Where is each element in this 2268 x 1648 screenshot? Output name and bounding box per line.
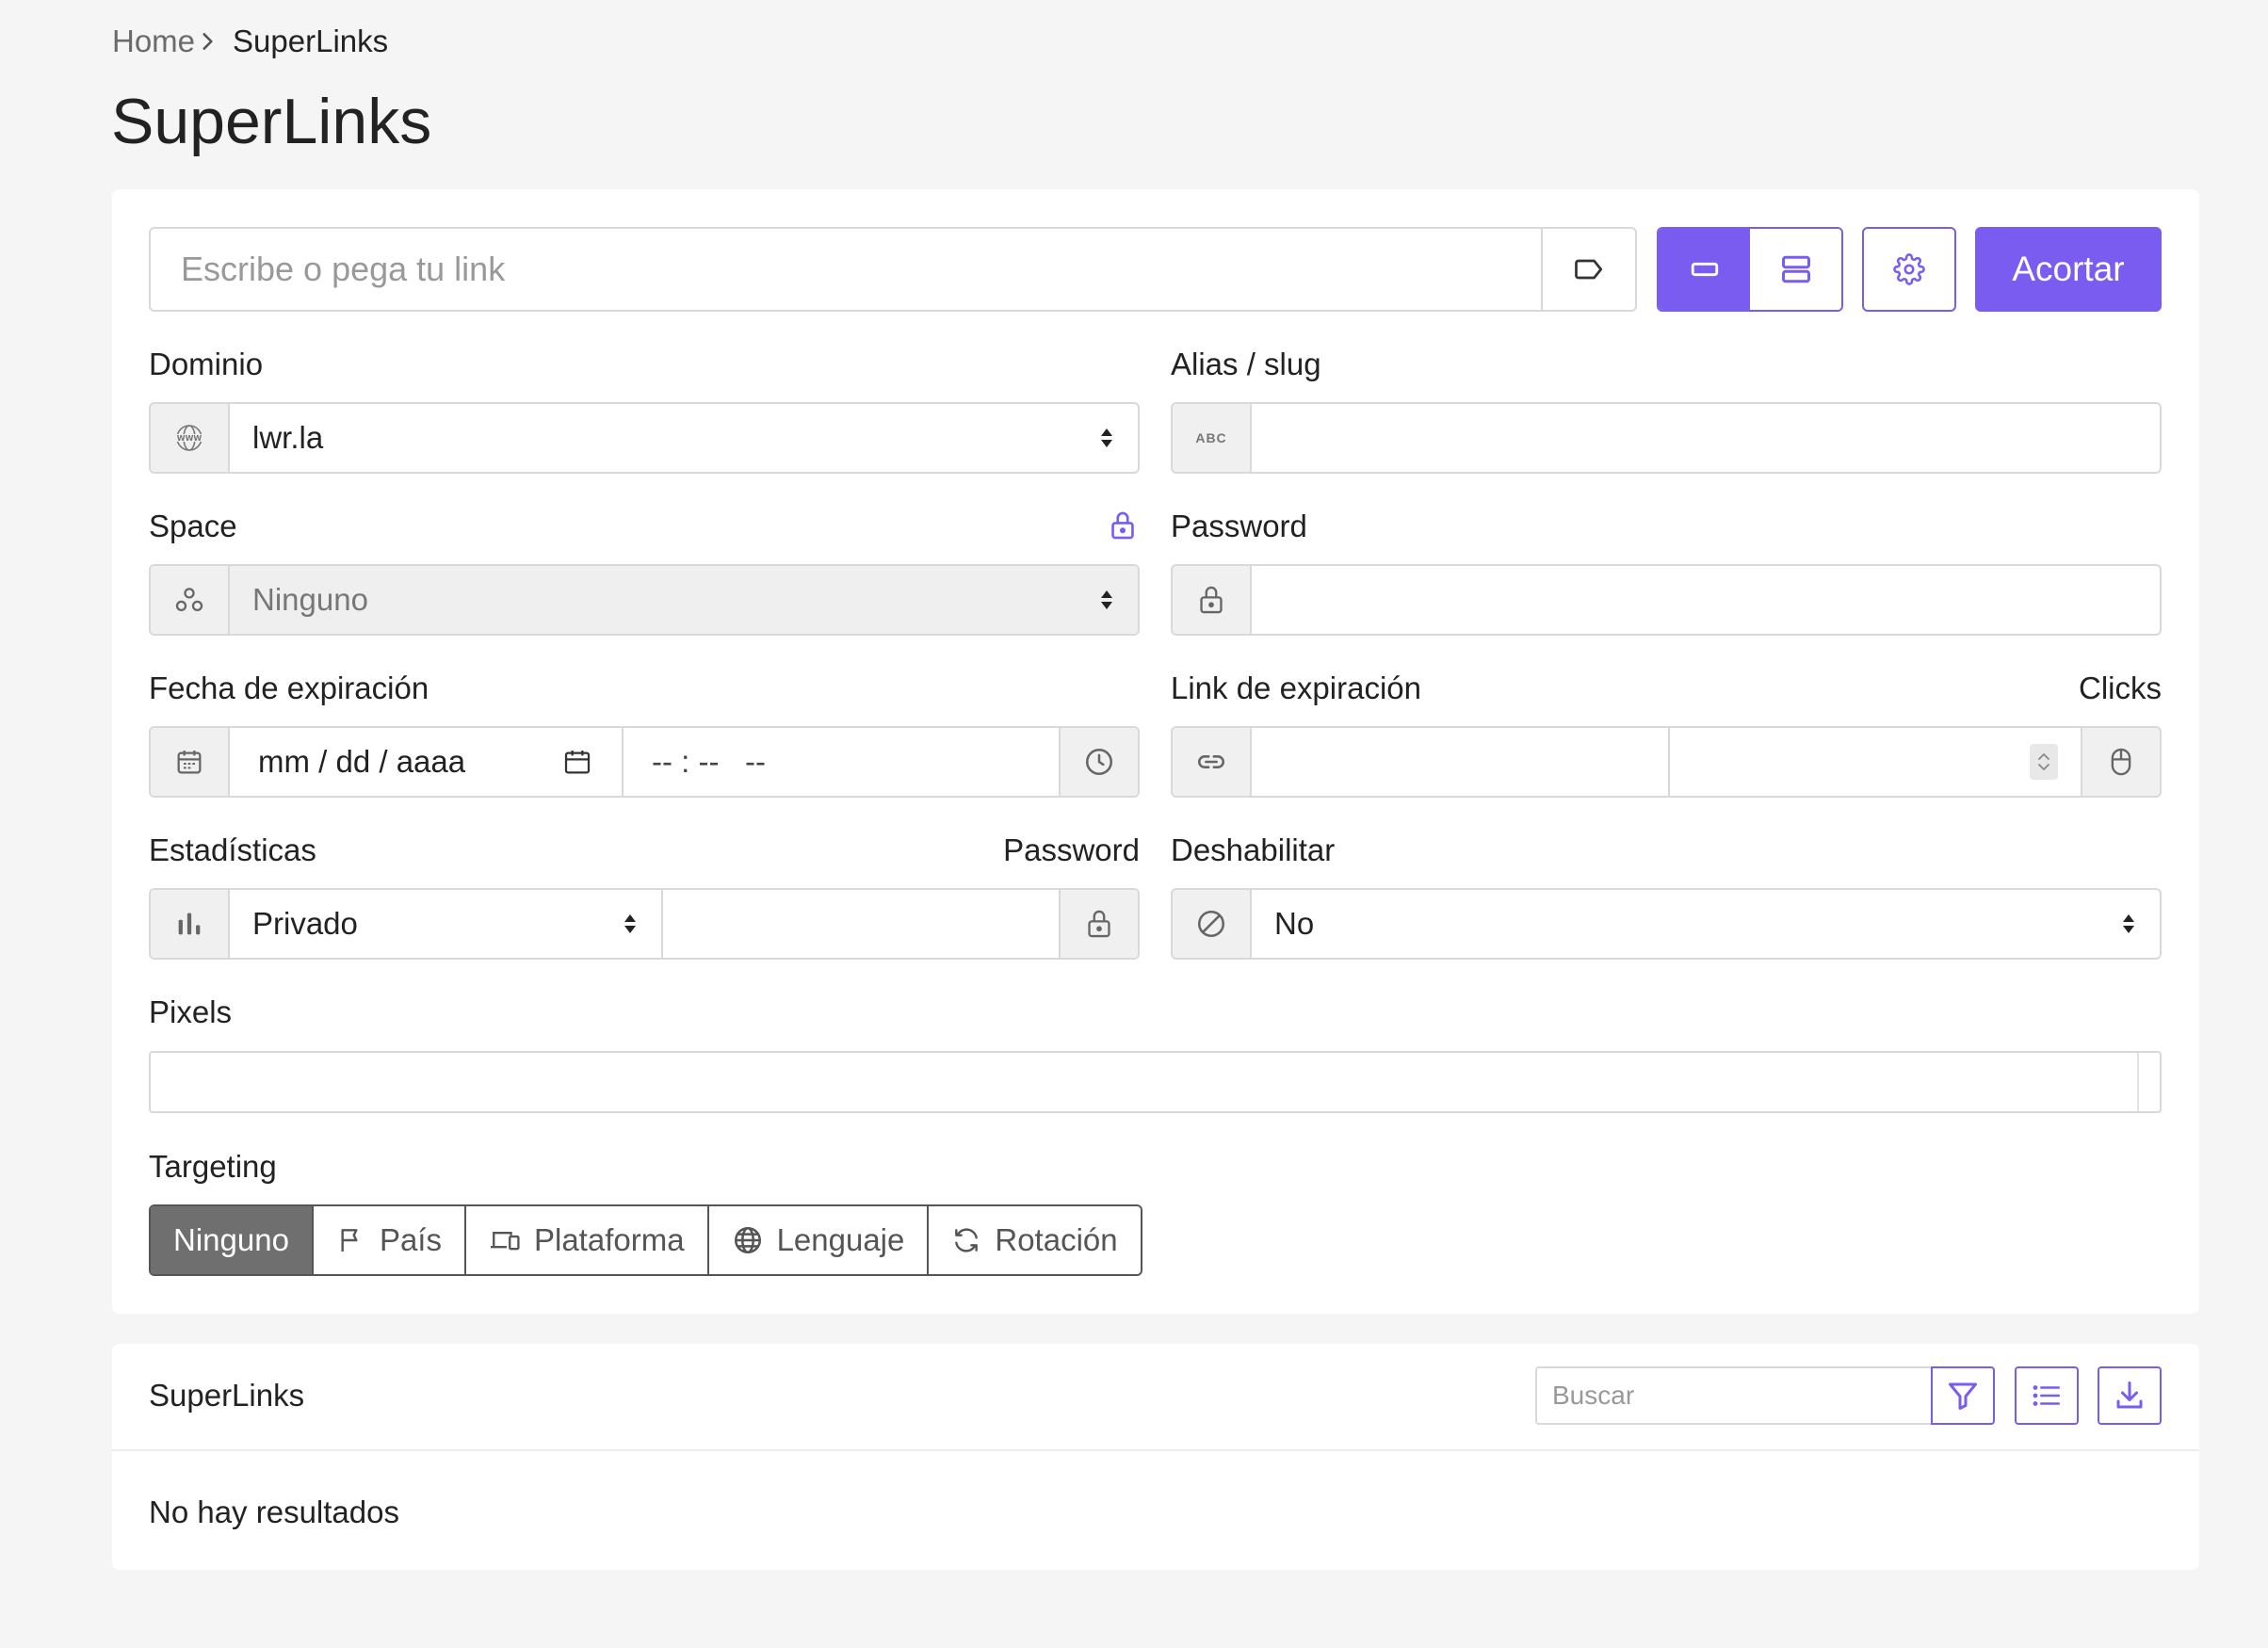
flag-icon (341, 1229, 358, 1252)
domain-value: lwr.la (252, 420, 324, 455)
targeting-tabs: Ninguno País Plataforma Lenguaje Rotació… (149, 1204, 1142, 1276)
bar-chart-icon (151, 890, 230, 958)
space-select[interactable]: Ninguno (149, 564, 1140, 636)
space-label: Space (149, 509, 237, 543)
breadcrumb-home-link[interactable]: Home (112, 24, 195, 59)
date-input[interactable]: mm / dd / aaaa (258, 744, 465, 780)
statistics-label: Estadísticas (149, 832, 316, 867)
search-input[interactable]: Buscar (1535, 1366, 1933, 1425)
stats-password-label: Password (1003, 832, 1140, 867)
page: Home SuperLinks SuperLinks Escribe o peg… (0, 0, 2268, 1648)
mouse-icon (2081, 728, 2160, 796)
targeting-tab-none[interactable]: Ninguno (151, 1206, 312, 1274)
time-input[interactable]: -- : -- -- (624, 728, 1059, 796)
password-input-group (1171, 564, 2162, 636)
refresh-icon (955, 1228, 979, 1252)
select-arrows-icon (1101, 428, 1112, 447)
targeting-tab-label: País (379, 1222, 442, 1257)
divider (112, 1449, 2199, 1451)
list-title: SuperLinks (149, 1378, 305, 1413)
targeting-tab-platform[interactable]: Plataforma (463, 1206, 707, 1274)
clicks-label: Clicks (2079, 671, 2162, 705)
link-icon (1173, 728, 1252, 796)
single-mode-button[interactable] (1659, 229, 1750, 310)
statistics-value: Privado (252, 906, 358, 941)
targeting-tab-rotation[interactable]: Rotación (927, 1206, 1141, 1274)
stats-password-input[interactable] (663, 890, 1059, 958)
select-arrows-icon (624, 914, 636, 933)
expiration-date-label: Fecha de expiración (149, 671, 429, 705)
page-title: SuperLinks (111, 86, 432, 157)
password-label: Password (1171, 509, 1307, 543)
targeting-tab-label: Rotación (995, 1222, 1118, 1257)
empty-state-message: No hay resultados (149, 1495, 399, 1529)
www-label: WWW (177, 434, 202, 443)
disable-value: No (1274, 906, 1315, 941)
filter-icon (1949, 1382, 1977, 1410)
lock-icon (1059, 890, 1138, 958)
password-input[interactable] (1252, 566, 2160, 634)
abc-icon: ABC (1173, 404, 1252, 472)
list-icon (2033, 1385, 2061, 1406)
lock-icon (1173, 566, 1252, 634)
expiration-link-group (1171, 726, 2162, 798)
targeting-label: Targeting (149, 1149, 277, 1184)
download-icon (2116, 1381, 2143, 1409)
pixels-multiselect[interactable] (149, 1051, 2162, 1113)
settings-button[interactable] (1862, 227, 1956, 312)
multiple-mode-button[interactable] (1750, 229, 1841, 310)
alias-input-group: ABC (1171, 402, 2162, 474)
calendar-icon (151, 728, 230, 796)
domain-label: Dominio (149, 347, 264, 381)
alias-input[interactable] (1252, 404, 2160, 472)
download-button[interactable] (2098, 1366, 2162, 1425)
lock-icon[interactable] (1108, 509, 1140, 543)
scrollbar[interactable] (2137, 1053, 2160, 1111)
expiration-link-label: Link de expiración (1171, 671, 1421, 705)
mode-toggle (1657, 227, 1843, 312)
superlinks-list-card: SuperLinks Buscar No hay resultados (112, 1344, 2199, 1570)
number-spinner[interactable] (2030, 744, 2058, 780)
statistics-group: Privado (149, 888, 1140, 960)
targeting-tab-language[interactable]: Lenguaje (706, 1206, 928, 1274)
breadcrumb: Home SuperLinks (112, 23, 388, 60)
shorten-button[interactable]: Acortar (1975, 227, 2162, 312)
tag-icon[interactable] (1541, 229, 1635, 310)
globe-www-icon: WWW (151, 404, 230, 472)
chevron-right-icon (195, 29, 233, 54)
devices-icon (490, 1231, 520, 1251)
space-circles-icon (151, 566, 230, 634)
pixels-label: Pixels (149, 994, 233, 1029)
expiration-date-group: mm / dd / aaaa -- : -- -- (149, 726, 1140, 798)
url-input-group: Escribe o pega tu link (149, 227, 1637, 312)
domain-select[interactable]: WWW lwr.la (149, 402, 1140, 474)
disable-label: Deshabilitar (1171, 832, 1336, 867)
url-input[interactable]: Escribe o pega tu link (151, 229, 1541, 310)
shorten-form-card: Escribe o pega tu link Acortar Dominio W… (112, 189, 2199, 1314)
breadcrumb-current: SuperLinks (233, 24, 389, 58)
globe-icon (734, 1226, 761, 1254)
list-view-button[interactable] (2015, 1366, 2079, 1425)
select-arrows-icon (2123, 914, 2134, 933)
filter-button[interactable] (1931, 1366, 1995, 1425)
clock-icon (1059, 728, 1138, 796)
targeting-tab-label: Plataforma (533, 1222, 685, 1257)
targeting-tab-label: Lenguaje (776, 1222, 905, 1257)
space-value: Ninguno (252, 582, 368, 617)
ban-icon (1173, 890, 1252, 958)
expiration-link-input[interactable] (1252, 728, 1670, 796)
targeting-tab-label: Ninguno (173, 1222, 289, 1257)
abc-label: ABC (1195, 430, 1227, 445)
disable-select[interactable]: No (1171, 888, 2162, 960)
calendar-picker-icon (564, 751, 591, 774)
select-arrows-icon (1101, 590, 1112, 609)
gear-icon (1893, 253, 1925, 285)
alias-label: Alias / slug (1171, 347, 1321, 381)
targeting-tab-country[interactable]: País (311, 1206, 464, 1274)
statistics-select[interactable]: Privado (230, 890, 663, 958)
